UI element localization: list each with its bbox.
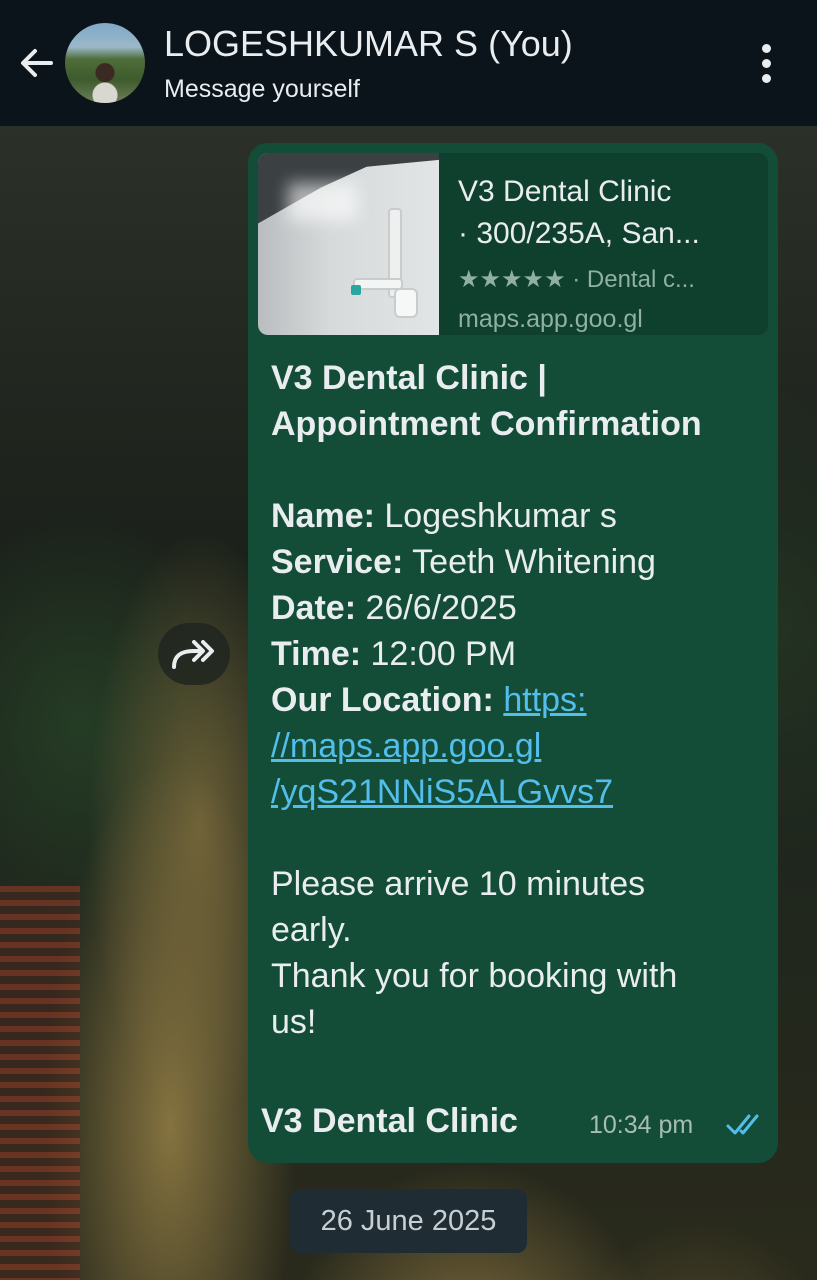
contact-title[interactable]: LOGESHKUMAR S (You) Message yourself xyxy=(164,22,573,106)
back-button[interactable] xyxy=(14,40,60,86)
double-check-icon xyxy=(726,1114,759,1135)
message-heading-line2: Appointment Confirmation xyxy=(271,405,702,443)
name-value: Logeshkumar s xyxy=(374,497,617,535)
note-line2: early. xyxy=(271,911,352,949)
thumb-xray-head xyxy=(394,288,418,318)
message-bubble[interactable]: V3 Dental Clinic · 300/235A, San... ★★★★… xyxy=(248,143,778,1163)
message-footer: V3 Dental Clinic 10:34 pm xyxy=(261,1098,771,1150)
more-options-button[interactable] xyxy=(746,40,786,86)
avatar[interactable] xyxy=(65,23,145,103)
more-vertical-icon-dot xyxy=(761,73,771,83)
more-vertical-icon-dot xyxy=(761,58,771,68)
service-label: Service: xyxy=(271,543,404,581)
preview-rating: ★★★★★ · Dental c... xyxy=(458,266,695,293)
preview-title-line2: · 300/235A, San... xyxy=(458,217,700,250)
service-value: Teeth Whitening xyxy=(403,543,656,581)
forward-button[interactable] xyxy=(158,623,230,685)
location-link-part3[interactable]: /yqS21NNiS5ALGvvs7 xyxy=(271,773,613,811)
name-row: Name: Logeshkumar s xyxy=(271,493,768,539)
preview-url: maps.app.goo.gl xyxy=(458,305,643,333)
note-line4: us! xyxy=(271,1003,317,1041)
message-heading-line1: V3 Dental Clinic | xyxy=(271,359,547,397)
preview-text: V3 Dental Clinic · 300/235A, San... ★★★★… xyxy=(458,171,758,335)
location-link-part1[interactable]: https: xyxy=(503,681,586,719)
link-preview-card[interactable]: V3 Dental Clinic · 300/235A, San... ★★★★… xyxy=(258,153,768,335)
preview-title-line1: V3 Dental Clinic xyxy=(458,175,672,208)
location-row: Our Location: https: xyxy=(271,677,768,723)
chat-header: LOGESHKUMAR S (You) Message yourself xyxy=(0,0,817,126)
date-chip: 26 June 2025 xyxy=(290,1189,527,1253)
message-text: V3 Dental Clinic | Appointment Confirmat… xyxy=(258,335,768,1045)
wallpaper-stairs xyxy=(0,886,80,1280)
service-row: Service: Teeth Whitening xyxy=(271,539,768,585)
more-vertical-icon xyxy=(761,43,771,53)
note-line3: Thank you for booking with xyxy=(271,957,678,995)
location-link-row2: //maps.app.goo.gl xyxy=(271,723,768,769)
date-value: 26/6/2025 xyxy=(356,589,517,627)
preview-thumbnail xyxy=(258,153,439,335)
name-label: Name: xyxy=(271,497,375,535)
arrow-left-icon xyxy=(21,49,53,77)
contact-status: Message yourself xyxy=(164,75,360,103)
note-line1: Please arrive 10 minutes xyxy=(271,865,646,903)
date-label: Date: xyxy=(271,589,357,627)
time-label: Time: xyxy=(271,635,362,673)
location-label: Our Location: xyxy=(271,681,494,719)
message-signature: V3 Dental Clinic xyxy=(261,1102,518,1140)
date-row: Date: 26/6/2025 xyxy=(271,585,768,631)
location-link-part2[interactable]: //maps.app.goo.gl xyxy=(271,727,541,765)
contact-name: LOGESHKUMAR S (You) xyxy=(164,23,573,64)
thumb-light xyxy=(288,183,358,221)
forward-icon xyxy=(172,640,214,669)
time-value: 12:00 PM xyxy=(361,635,517,673)
location-link-row3: /yqS21NNiS5ALGvvs7 xyxy=(271,769,768,815)
thumb-accent xyxy=(351,285,361,295)
time-row: Time: 12:00 PM xyxy=(271,631,768,677)
message-timestamp: 10:34 pm xyxy=(589,1111,694,1139)
